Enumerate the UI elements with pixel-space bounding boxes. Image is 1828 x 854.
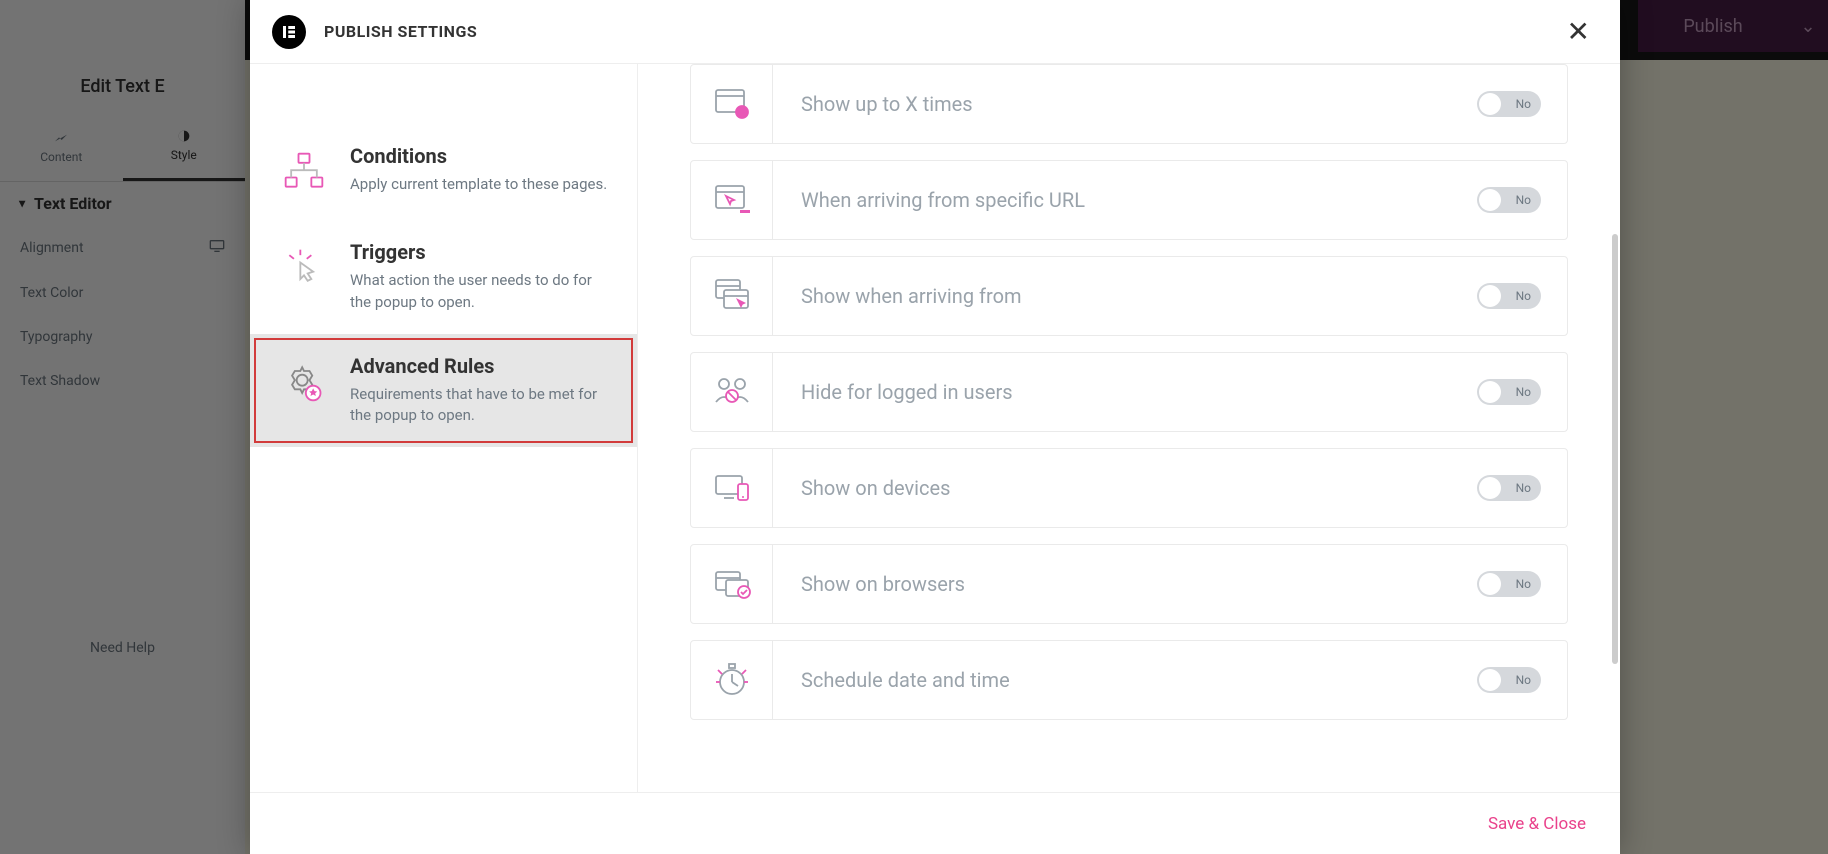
rule-label: Hide for logged in users: [773, 380, 1477, 404]
scrollbar-thumb[interactable]: [1612, 234, 1618, 664]
window-cursor-icon: [691, 161, 773, 239]
toggle-value: No: [1516, 481, 1531, 495]
toggle-value: No: [1516, 289, 1531, 303]
rule-label: Show on devices: [773, 476, 1477, 500]
modal-footer: Save & Close: [250, 792, 1620, 854]
users-blocked-icon: [691, 353, 773, 431]
click-icon: [276, 240, 332, 296]
nav-advanced-title: Advanced Rules: [350, 354, 611, 378]
windows-stack-icon: [691, 257, 773, 335]
nav-triggers-title: Triggers: [350, 240, 611, 264]
hierarchy-icon: [276, 144, 332, 200]
toggle-value: No: [1516, 97, 1531, 111]
nav-triggers-desc: What action the user needs to do for the…: [350, 270, 611, 314]
toggle-show-devices[interactable]: No: [1477, 475, 1541, 501]
devices-icon: [691, 449, 773, 527]
rule-label: Schedule date and time: [773, 668, 1477, 692]
rule-label: Show up to X times: [773, 92, 1477, 116]
rules-list: Show up to X times No When arriving from…: [690, 64, 1568, 750]
rule-hide-logged-in: Hide for logged in users No: [690, 352, 1568, 432]
rule-schedule: Schedule date and time No: [690, 640, 1568, 720]
window-user-icon: [691, 65, 773, 143]
nav-item-conditions[interactable]: Conditions Apply current template to the…: [250, 124, 637, 220]
publish-settings-modal: PUBLISH SETTINGS ✕ Conditions Apply curr…: [250, 0, 1620, 854]
rule-arriving-url: When arriving from specific URL No: [690, 160, 1568, 240]
rule-label: Show when arriving from: [773, 284, 1477, 308]
rule-show-browsers: Show on browsers No: [690, 544, 1568, 624]
modal-main: Show up to X times No When arriving from…: [638, 64, 1620, 792]
toggle-value: No: [1516, 577, 1531, 591]
modal-header: PUBLISH SETTINGS ✕: [250, 0, 1620, 64]
modal-body: Conditions Apply current template to the…: [250, 64, 1620, 792]
modal-nav: Conditions Apply current template to the…: [250, 64, 638, 792]
nav-advanced-desc: Requirements that have to be met for the…: [350, 384, 611, 428]
save-close-button[interactable]: Save & Close: [1488, 814, 1586, 834]
toggle-value: No: [1516, 385, 1531, 399]
toggle-value: No: [1516, 193, 1531, 207]
toggle-schedule[interactable]: No: [1477, 667, 1541, 693]
toggle-hide-logged-in[interactable]: No: [1477, 379, 1541, 405]
rule-arriving-from: Show when arriving from No: [690, 256, 1568, 336]
gear-star-icon: [276, 354, 332, 410]
nav-item-triggers[interactable]: Triggers What action the user needs to d…: [250, 220, 637, 334]
toggle-arriving-from[interactable]: No: [1477, 283, 1541, 309]
elementor-logo-icon: [272, 15, 306, 49]
nav-item-advanced-rules[interactable]: Advanced Rules Requirements that have to…: [250, 334, 637, 448]
rule-show-x-times: Show up to X times No: [690, 64, 1568, 144]
stopwatch-icon: [691, 641, 773, 719]
rule-show-devices: Show on devices No: [690, 448, 1568, 528]
browsers-check-icon: [691, 545, 773, 623]
toggle-arriving-url[interactable]: No: [1477, 187, 1541, 213]
rule-label: When arriving from specific URL: [773, 188, 1477, 212]
toggle-value: No: [1516, 673, 1531, 687]
close-icon[interactable]: ✕: [1559, 11, 1598, 52]
nav-conditions-desc: Apply current template to these pages.: [350, 174, 607, 196]
modal-title: PUBLISH SETTINGS: [324, 22, 477, 41]
rule-label: Show on browsers: [773, 572, 1477, 596]
nav-conditions-title: Conditions: [350, 144, 607, 168]
toggle-show-x-times[interactable]: No: [1477, 91, 1541, 117]
toggle-show-browsers[interactable]: No: [1477, 571, 1541, 597]
